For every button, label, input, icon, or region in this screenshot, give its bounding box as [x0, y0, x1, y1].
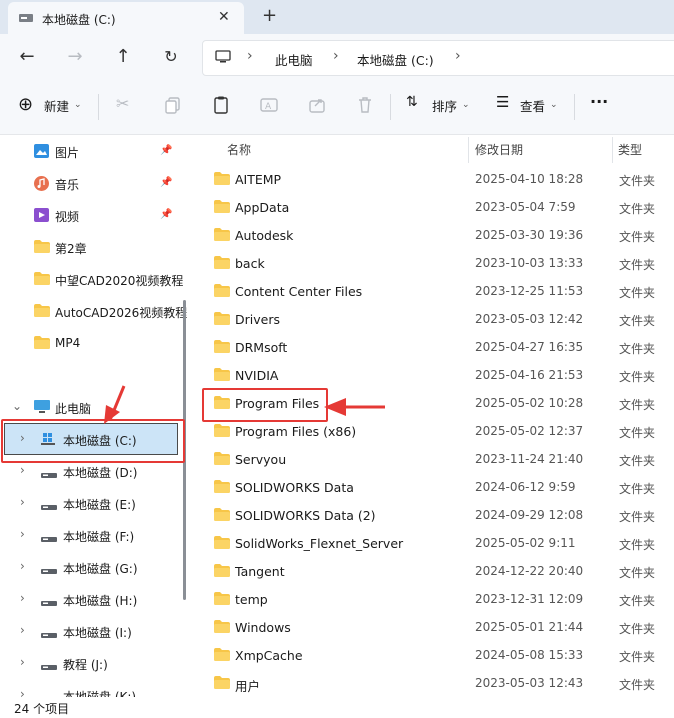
status-bar: 24 个项目	[0, 697, 674, 718]
annotation-arrows	[104, 385, 385, 424]
item-count: 24 个项目	[14, 702, 70, 716]
